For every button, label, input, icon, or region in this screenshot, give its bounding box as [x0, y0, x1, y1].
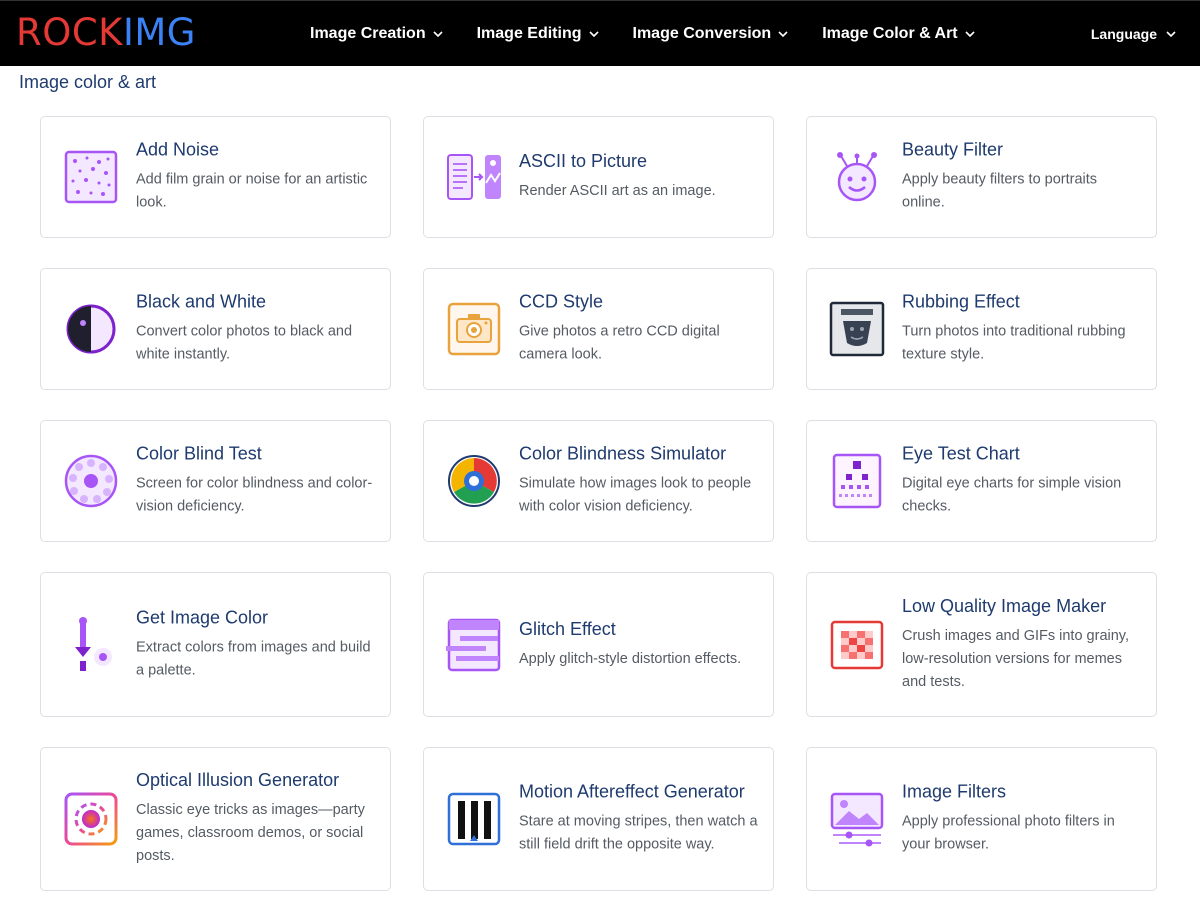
tool-card-get-image-color[interactable]: Get Image Color Extract colors from imag… — [40, 572, 391, 717]
tool-title: Rubbing Effect — [902, 291, 1020, 312]
filter-sliders-icon — [830, 792, 884, 847]
tool-card-glitch-effect[interactable]: Glitch Effect Apply glitch-style distort… — [423, 572, 774, 717]
tool-card-rubbing-effect[interactable]: Rubbing Effect Turn photos into traditio… — [806, 268, 1157, 390]
brand-logo-part1: ROCK — [16, 11, 123, 54]
tool-card-text: Add Noise Add film grain or noise for an… — [136, 140, 376, 215]
tool-card-motion-aftereffect-generator[interactable]: Motion Aftereffect Generator Stare at mo… — [423, 747, 774, 891]
tool-card-ascii-to-picture[interactable]: ASCII to Picture Render ASCII art as an … — [423, 116, 774, 238]
tool-title: Color Blindness Simulator — [519, 443, 727, 464]
tool-description: Render ASCII art as an image. — [519, 183, 716, 199]
nav-label: Image Conversion — [632, 24, 772, 42]
tool-description: Turn photos into traditional rubbing tex… — [902, 323, 1126, 363]
camera-icon — [447, 302, 501, 356]
tool-card-optical-illusion-generator[interactable]: Optical Illusion Generator Classic eye t… — [40, 747, 391, 891]
chevron-down-icon — [778, 30, 788, 37]
tool-description: Digital eye charts for simple vision che… — [902, 475, 1122, 515]
tool-card-text: Motion Aftereffect Generator Stare at mo… — [519, 782, 759, 857]
tool-title: CCD Style — [519, 291, 604, 312]
tool-card-beauty-filter[interactable]: Beauty Filter Apply beauty filters to po… — [806, 116, 1157, 238]
tool-card-text: Beauty Filter Apply beauty filters to po… — [902, 140, 1142, 215]
tool-description: Extract colors from images and build a p… — [136, 639, 371, 678]
tool-title: Image Filters — [902, 781, 1007, 802]
tool-title: Low Quality Image Maker — [902, 595, 1107, 616]
ascii-icon — [447, 154, 501, 200]
eye-chart-icon — [832, 453, 882, 509]
tool-card-add-noise[interactable]: Add Noise Add film grain or noise for an… — [40, 116, 391, 238]
tool-title: Beauty Filter — [902, 139, 1004, 160]
tool-title: Black and White — [136, 291, 267, 312]
tool-card-text: Low Quality Image Maker Crush images and… — [902, 596, 1142, 694]
tool-card-text: Optical Illusion Generator Classic eye t… — [136, 770, 376, 868]
tool-card-ccd-style[interactable]: CCD Style Give photos a retro CCD digita… — [423, 268, 774, 390]
face-icon — [837, 152, 877, 202]
tool-description: Classic eye tricks as images—party games… — [136, 802, 365, 864]
top-navbar: ROCKIMG Image Creation Image Editing Ima… — [0, 0, 1200, 66]
tool-description: Apply professional photo filters in your… — [902, 813, 1115, 853]
tool-card-text: ASCII to Picture Render ASCII art as an … — [519, 151, 759, 203]
tool-card-text: Get Image Color Extract colors from imag… — [136, 607, 376, 682]
tool-title: Glitch Effect — [519, 618, 616, 639]
nav-label: Image Color & Art — [822, 24, 958, 42]
chevron-down-icon — [965, 30, 975, 37]
tool-description: Simulate how images look to people with … — [519, 475, 752, 515]
noise-icon — [64, 150, 118, 204]
tool-title: Eye Test Chart — [902, 443, 1020, 464]
glitch-icon — [446, 618, 501, 671]
tool-card-black-and-white[interactable]: Black and White Convert color photos to … — [40, 268, 391, 390]
tool-card-text: Color Blindness Simulator Simulate how i… — [519, 444, 759, 519]
tool-card-eye-test-chart[interactable]: Eye Test Chart Digital eye charts for si… — [806, 420, 1157, 542]
tool-card-text: Rubbing Effect Turn photos into traditio… — [902, 292, 1142, 367]
tool-description: Crush images and GIFs into grainy, low-r… — [902, 627, 1129, 690]
tool-description: Screen for color blindness and color-vis… — [136, 475, 373, 515]
tool-card-text: Glitch Effect Apply glitch-style distort… — [519, 619, 759, 671]
tool-card-text: Image Filters Apply professional photo f… — [902, 782, 1142, 857]
nav-image-editing[interactable]: Image Editing — [477, 25, 599, 43]
tool-title: ASCII to Picture — [519, 151, 648, 171]
language-selector[interactable]: Language — [1091, 1, 1176, 66]
language-label: Language — [1090, 25, 1157, 42]
eyedropper-icon — [75, 616, 112, 671]
tool-description: Apply beauty filters to portraits online… — [902, 171, 1098, 211]
tool-description: Stare at moving stripes, then watch a st… — [519, 813, 758, 853]
color-wheel-icon — [448, 455, 500, 507]
tool-card-low-quality-image-maker[interactable]: Low Quality Image Maker Crush images and… — [806, 572, 1157, 717]
nav-image-conversion[interactable]: Image Conversion — [633, 25, 789, 43]
chevron-down-icon — [588, 30, 599, 37]
nav-image-color-art[interactable]: Image Color & Art — [822, 24, 975, 43]
tool-card-text: Color Blind Test Screen for color blindn… — [136, 444, 376, 519]
tool-card-color-blindness-simulator[interactable]: Color Blindness Simulator Simulate how i… — [423, 420, 774, 542]
tool-description: Give photos a retro CCD digital camera l… — [519, 323, 720, 363]
tool-card-image-filters[interactable]: Image Filters Apply professional photo f… — [806, 747, 1157, 891]
tool-card-text: Black and White Convert color photos to … — [136, 292, 376, 367]
tool-title: Color Blind Test — [136, 443, 262, 464]
nav-image-creation[interactable]: Image Creation — [310, 25, 443, 43]
illusion-icon — [64, 792, 118, 846]
contrast-icon — [66, 304, 116, 354]
brand-logo-part2: IMG — [122, 11, 196, 54]
tool-description: Convert color photos to black and white … — [136, 323, 353, 363]
dot-plate-icon — [64, 454, 118, 508]
stripes-icon — [447, 792, 501, 846]
brand-logo[interactable]: ROCKIMG — [16, 11, 196, 54]
tool-card-text: Eye Test Chart Digital eye charts for si… — [902, 444, 1142, 519]
tool-title: Get Image Color — [136, 607, 269, 627]
chevron-down-icon — [1166, 30, 1176, 37]
tool-card-text: CCD Style Give photos a retro CCD digita… — [519, 292, 759, 367]
nav-label: Image Editing — [476, 24, 582, 42]
nav-label: Image Creation — [310, 24, 426, 42]
main-nav: Image Creation Image Editing Image Conve… — [310, 1, 1009, 66]
rubbing-icon — [829, 301, 885, 357]
tool-title: Add Noise — [136, 139, 220, 160]
chevron-down-icon — [433, 30, 443, 37]
tool-description: Add film grain or noise for an artistic … — [136, 171, 368, 211]
tool-title: Motion Aftereffect Generator — [519, 781, 745, 802]
pixelate-icon — [830, 620, 884, 669]
tool-card-color-blind-test[interactable]: Color Blind Test Screen for color blindn… — [40, 420, 391, 542]
section-title: Image color & art — [19, 72, 157, 92]
tool-title: Optical Illusion Generator — [136, 770, 340, 790]
tool-description: Apply glitch-style distortion effects. — [519, 650, 742, 667]
